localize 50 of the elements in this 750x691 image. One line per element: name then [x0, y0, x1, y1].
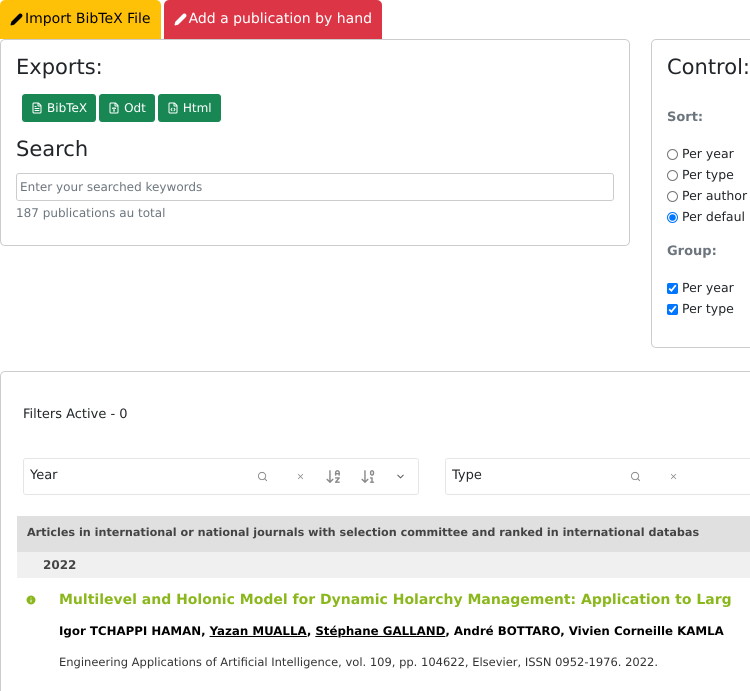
- filter-label: Type: [452, 467, 483, 486]
- sort-radio[interactable]: [667, 212, 678, 223]
- sort-radio[interactable]: [667, 191, 678, 202]
- sort-numeric-icon[interactable]: [360, 468, 377, 484]
- radio-label: Per defaul: [682, 208, 745, 226]
- toolbar-button[interactable]: Add a publication by hand: [164, 0, 382, 39]
- filter-box[interactable]: Year: [23, 458, 419, 494]
- publication-count: 187 publications au total: [16, 205, 166, 222]
- clear-icon[interactable]: [669, 472, 678, 480]
- author-name: Yazan MUALLA,: [210, 622, 312, 640]
- search-icon[interactable]: [257, 470, 268, 482]
- info-icon: [25, 594, 37, 606]
- group-label: Group:: [667, 243, 718, 261]
- author-name: Vivien Corneille KAMLA: [568, 622, 724, 640]
- author-name: Igor TCHAPPI HAMAN,: [59, 622, 206, 640]
- pencil-icon: [174, 13, 187, 26]
- file-icon: [31, 102, 43, 114]
- year-header: 2022: [17, 552, 750, 578]
- radio-label: Per year: [682, 145, 734, 164]
- group-checkbox[interactable]: [667, 304, 678, 314]
- category-header: Articles in international or national journals with selection committee and ranked in international databas: [17, 516, 750, 552]
- section-heading: Exports:: [16, 54, 104, 81]
- filters-status: Filters Active - 0: [23, 406, 129, 424]
- sort-radio[interactable]: [667, 170, 678, 181]
- file-icon: [166, 102, 179, 114]
- filter-box[interactable]: Type: [445, 458, 750, 494]
- group-checkbox[interactable]: [667, 282, 678, 294]
- radio-label: Per author: [682, 187, 748, 206]
- sort-radio[interactable]: [667, 149, 678, 160]
- export-button[interactable]: Odt: [99, 94, 155, 122]
- checkbox-label: Per year: [682, 278, 734, 297]
- author-name: André BOTTARO,: [454, 622, 565, 640]
- clear-icon[interactable]: [296, 472, 305, 480]
- toolbar-button[interactable]: Import BibTeX File: [0, 0, 161, 39]
- section-heading: Control:: [667, 54, 750, 81]
- export-button[interactable]: BibTeX: [22, 94, 96, 122]
- sort-label: Sort:: [667, 108, 704, 126]
- pencil-icon: [10, 13, 23, 26]
- publication-title[interactable]: Multilevel and Holonic Model for Dynamic Holarchy Management: Application to Larg: [59, 590, 732, 610]
- radio-label: Per type: [682, 166, 734, 184]
- filter-label: Year: [30, 467, 59, 486]
- author-name: Stéphane GALLAND,: [315, 622, 450, 640]
- publication-venue: Engineering Applications of Artificial Intelligence, vol. 109, pp. 104622, Elsevier, ISSN 0952-1976. 2022.: [59, 654, 660, 672]
- section-heading: Search: [16, 136, 90, 162]
- file-icon: [108, 102, 120, 114]
- sort-alpha-icon[interactable]: [325, 468, 342, 484]
- search-field[interactable]: Enter your searched keywords: [16, 173, 614, 201]
- search-icon[interactable]: [630, 470, 641, 482]
- checkbox-label: Per type: [682, 300, 734, 318]
- export-button[interactable]: Html: [158, 94, 221, 122]
